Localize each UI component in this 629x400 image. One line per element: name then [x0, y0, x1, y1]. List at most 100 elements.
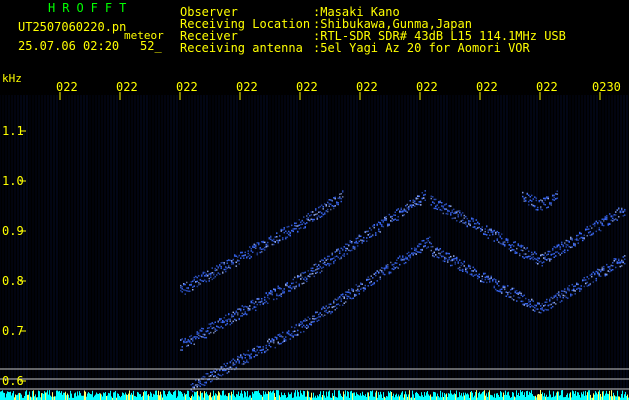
trace-point	[537, 257, 539, 259]
noise-bar	[453, 394, 454, 400]
trace-point	[313, 315, 315, 317]
trace-point	[339, 252, 341, 254]
noise-bar	[479, 391, 480, 400]
noise-bar	[267, 393, 268, 400]
trace-point	[342, 293, 344, 295]
noise-bar	[64, 392, 65, 400]
noise-bar	[82, 395, 83, 400]
trace-point	[355, 237, 357, 240]
trace-point	[267, 302, 269, 304]
trace-point	[349, 241, 351, 244]
noise-bar	[315, 395, 316, 400]
trace-point	[252, 307, 254, 310]
trace-point	[204, 279, 206, 281]
trace-point	[486, 234, 488, 236]
x-tick-label: 022	[56, 80, 78, 94]
trace-point	[318, 264, 320, 266]
trace-point	[493, 278, 495, 280]
trace-point	[544, 204, 546, 206]
trace-point	[244, 357, 246, 359]
trace-point	[309, 273, 311, 275]
trace-point	[229, 267, 231, 269]
trace-point	[303, 272, 305, 274]
trace-point	[423, 194, 425, 196]
trace-point	[282, 336, 284, 338]
trace-point	[517, 293, 519, 295]
trace-point	[358, 293, 360, 295]
trace-point	[337, 303, 339, 305]
trace-point	[546, 259, 548, 261]
trace-point	[228, 266, 230, 269]
trace-point	[547, 206, 549, 208]
trace-point	[603, 224, 605, 227]
noise-bar	[484, 390, 485, 400]
noise-bar	[70, 390, 71, 400]
trace-point	[453, 212, 455, 215]
trace-point	[493, 229, 495, 232]
trace-point	[294, 276, 296, 279]
trace-point	[474, 274, 476, 276]
trace-point	[400, 258, 402, 260]
noise-bar	[123, 393, 124, 400]
noise-bar	[478, 393, 479, 400]
noise-bar	[145, 391, 146, 400]
trace-point	[237, 312, 239, 314]
trace-point	[420, 249, 422, 251]
trace-point	[370, 275, 372, 277]
noise-bar	[334, 390, 335, 400]
trace-point	[183, 289, 185, 291]
trace-point	[411, 206, 413, 208]
noise-bar	[291, 392, 292, 400]
trace-point	[309, 219, 311, 222]
noise-bar	[102, 396, 103, 400]
trace-point	[208, 273, 210, 275]
trace-point	[427, 237, 429, 240]
trace-point	[264, 246, 266, 249]
trace-point	[612, 269, 614, 271]
noise-bar	[304, 391, 305, 400]
trace-point	[420, 243, 422, 245]
noise-bar	[214, 395, 215, 400]
trace-point	[346, 247, 348, 250]
noise-bar	[529, 391, 530, 400]
trace-point	[300, 275, 302, 277]
trace-point	[243, 308, 245, 311]
y-tick-label: 0.6	[2, 374, 24, 388]
trace-point	[382, 273, 384, 275]
trace-point	[213, 370, 215, 372]
trace-point	[559, 254, 561, 256]
trace-point	[484, 278, 486, 281]
trace-point	[549, 260, 551, 262]
trace-point	[327, 258, 329, 260]
noise-bar	[25, 391, 26, 400]
trace-point	[528, 301, 530, 303]
noise-bar	[422, 395, 423, 400]
trace-point	[621, 265, 623, 267]
trace-point	[624, 262, 626, 265]
trace-point	[541, 199, 543, 202]
trace-point	[259, 346, 261, 348]
trace-point	[229, 320, 231, 322]
trace-point	[264, 249, 266, 251]
trace-point	[346, 291, 348, 293]
trace-point	[582, 239, 584, 242]
trace-point	[513, 241, 515, 244]
trace-point	[316, 218, 318, 220]
trace-point	[208, 323, 210, 325]
trace-point	[514, 290, 516, 292]
trace-point	[304, 223, 306, 225]
trace-point	[205, 280, 207, 283]
noise-bar	[320, 391, 321, 400]
trace-point	[292, 330, 294, 333]
trace-point	[339, 258, 341, 260]
trace-point	[253, 246, 255, 249]
trace-point	[370, 235, 372, 238]
trace-point	[558, 252, 560, 254]
trace-point	[294, 224, 296, 227]
trace-point	[279, 335, 281, 337]
noise-bar	[24, 396, 25, 400]
trace-point	[222, 320, 224, 322]
trace-point	[498, 290, 500, 292]
trace-point	[204, 381, 206, 384]
trace-point	[544, 258, 546, 260]
